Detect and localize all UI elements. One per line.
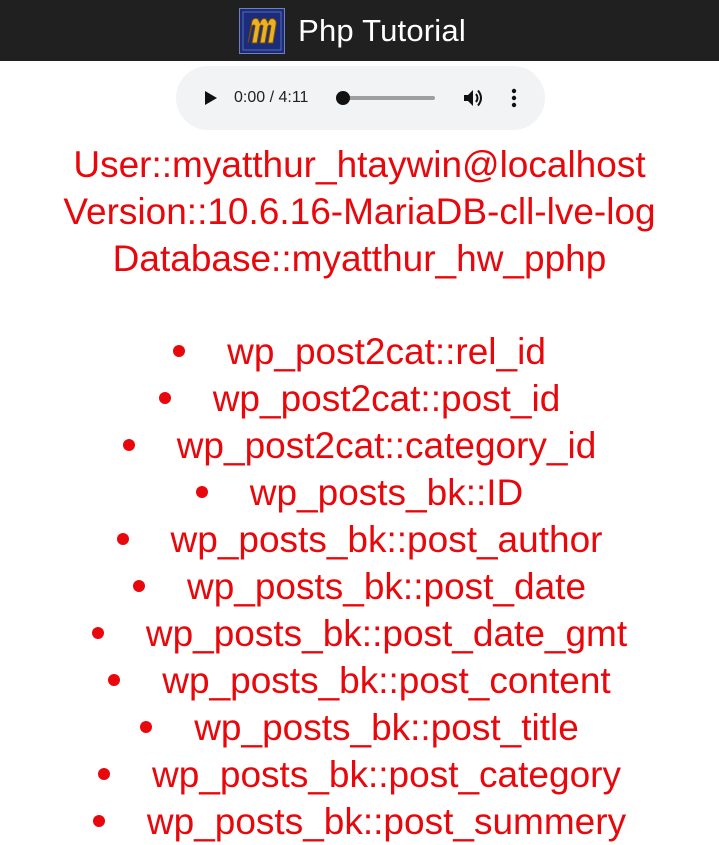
- more-vertical-icon[interactable]: [509, 87, 519, 109]
- list-item-label: wp_posts_bk::post_category: [152, 754, 621, 795]
- list-item-label: wp_posts_bk::post_date_gmt: [145, 613, 628, 654]
- list-item-label: wp_posts_bk::ID: [249, 472, 524, 513]
- list-item: wp_post2cat::rel_id: [0, 328, 719, 375]
- list-item: wp_posts_bk::ID: [0, 469, 719, 516]
- bullet: [173, 345, 186, 358]
- bullet: [116, 533, 129, 546]
- app-bar: Php Tutorial: [0, 0, 719, 61]
- list-item: wp_posts_bk::post_content: [0, 657, 719, 704]
- user-line: User::myatthur_htaywin@localhost: [73, 144, 646, 185]
- list-item-label: wp_posts_bk::post_author: [170, 519, 603, 560]
- list-item-label: wp_posts_bk::post_summery: [146, 801, 627, 842]
- list-item: wp_posts_bk::post_date_gmt: [0, 610, 719, 657]
- version-line: Version::10.6.16-MariaDB-cll-lve-log: [63, 191, 656, 232]
- list-item: wp_posts_bk::post_title: [0, 704, 719, 751]
- list-item-label: wp_post2cat::post_id: [212, 378, 561, 419]
- bullet: [158, 392, 171, 405]
- php-tutorial-logo-icon: [239, 7, 286, 54]
- volume-icon[interactable]: [462, 87, 486, 109]
- bullet: [140, 721, 153, 734]
- list-item-label: wp_posts_bk::post_content: [162, 660, 611, 701]
- audio-player[interactable]: 0:00 / 4:11: [176, 66, 545, 130]
- list-item: wp_post2cat::category_id: [0, 422, 719, 469]
- bullet: [195, 486, 208, 499]
- app-title: Php Tutorial: [298, 12, 466, 48]
- bullet: [108, 674, 121, 687]
- playback-time: 0:00 / 4:11: [234, 89, 309, 106]
- list-item: wp_posts_bk::post_summery: [0, 798, 719, 845]
- seek-bar[interactable]: [342, 96, 435, 100]
- bullet: [132, 580, 145, 593]
- list-item: wp_posts_bk::post_date: [0, 563, 719, 610]
- list-item-label: wp_posts_bk::post_date: [186, 566, 587, 607]
- list-item: wp_post2cat::post_id: [0, 375, 719, 422]
- play-icon[interactable]: [200, 88, 220, 108]
- bullet: [91, 627, 104, 640]
- list-item-label: wp_posts_bk::post_title: [194, 707, 579, 748]
- list-item-label: wp_post2cat::rel_id: [227, 331, 546, 372]
- db-info: User::myatthur_htaywin@localhost Version…: [0, 141, 719, 282]
- seek-thumb[interactable]: [336, 91, 350, 105]
- bullet: [92, 815, 105, 828]
- column-list: wp_post2cat::rel_id wp_post2cat::post_id…: [0, 328, 719, 845]
- list-item-label: wp_post2cat::category_id: [176, 425, 597, 466]
- list-item: wp_posts_bk::post_category: [0, 751, 719, 798]
- bullet: [98, 768, 111, 781]
- list-item: wp_posts_bk::post_author: [0, 516, 719, 563]
- bullet: [122, 439, 135, 452]
- database-line: Database::myatthur_hw_pphp: [112, 238, 607, 279]
